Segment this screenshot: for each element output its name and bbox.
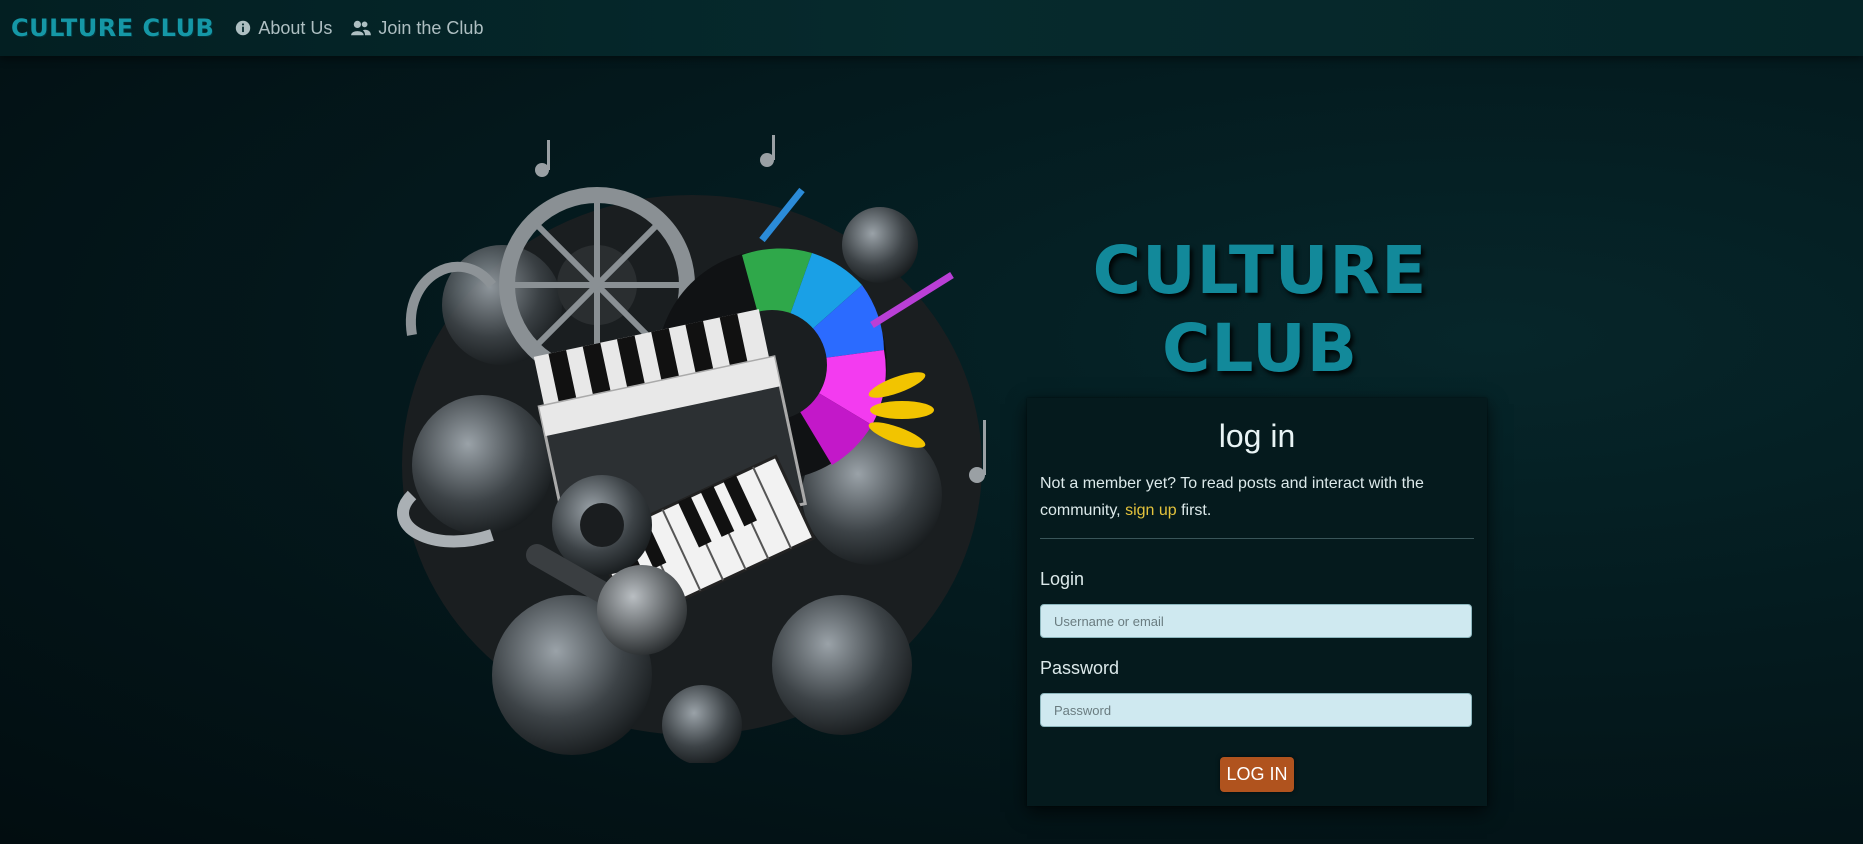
password-label: Password [1040,658,1120,678]
sign-up-link[interactable]: sign up [1125,502,1177,519]
card-divider [1040,538,1474,539]
brand-logo[interactable]: CULTURE CLUB [11,14,214,42]
top-navbar: CULTURE CLUB About Us Join the Club [0,0,1863,56]
nav-about-us[interactable]: About Us [234,18,332,39]
page-title-line1: CULTURE [1092,232,1428,309]
login-card-title: log in [1218,418,1296,454]
nav-about-us-label: About Us [258,17,333,38]
signup-prompt-text: Not a member yet? To read posts and inte… [1040,475,1424,519]
login-card: log in Not a member yet? To read posts a… [1027,398,1487,806]
login-button[interactable]: LOG IN [1220,757,1294,792]
info-circle-icon [236,20,251,36]
culture-collage-illustration [397,135,986,763]
page-title-line2: CLUB [1161,310,1359,387]
users-icon [351,20,372,36]
page-title: CULTURE CLUB [1040,232,1480,388]
signup-prompt: Not a member yet? To read posts and inte… [1040,470,1474,524]
login-input[interactable] [1040,604,1472,638]
password-input[interactable] [1040,693,1472,727]
signup-prompt-suffix: first. [1176,502,1212,519]
nav-join-club-label: Join the Club [378,17,484,38]
nav-join-club[interactable]: Join the Club [350,18,483,39]
login-label: Login [1040,569,1085,589]
